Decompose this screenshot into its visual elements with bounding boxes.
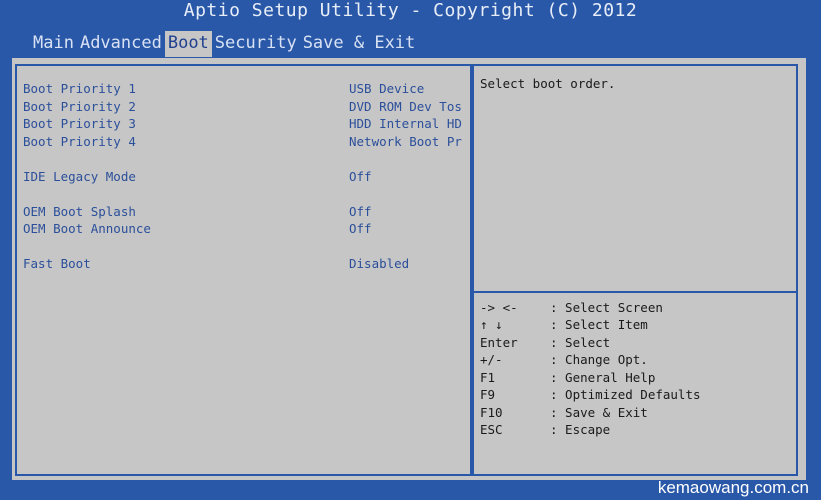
setting-ide-legacy-mode[interactable]: IDE Legacy Mode Off [23,168,463,185]
tab-advanced[interactable]: Advanced [77,31,165,57]
setting-oem-boot-announce[interactable]: OEM Boot Announce Off [23,220,463,237]
key-name: F10 [480,405,503,420]
help-pane: Select boot order. [472,64,798,293]
key-desc: : Optimized Defaults [550,387,701,402]
setting-oem-boot-splash[interactable]: OEM Boot Splash Off [23,203,463,220]
setting-label: Boot Priority 1 [23,81,136,96]
setting-value[interactable]: Disabled [349,255,409,272]
setting-value[interactable]: USB Device [349,80,424,97]
key-name: ESC [480,422,503,437]
key-name: -> <- [480,300,518,315]
setting-value[interactable]: Off [349,203,372,220]
key-desc: : Change Opt. [550,352,648,367]
watermark: kemaowang.com.cn [657,478,809,497]
key-desc: : Escape [550,422,611,437]
tab-main[interactable]: Main [30,31,77,57]
key-desc: : Select [550,335,611,350]
setting-label: OEM Boot Splash [23,204,136,219]
tab-save-exit[interactable]: Save & Exit [300,31,419,57]
setting-value[interactable]: HDD Internal HD [349,115,462,132]
setting-boot-priority-1[interactable]: Boot Priority 1 USB Device [23,80,463,97]
setting-value[interactable]: Network Boot Pr [349,133,462,150]
setting-label: Boot Priority 2 [23,99,136,114]
key-desc: : Select Screen [550,300,663,315]
key-legend-pane: -> <- : Select Screen ↑ ↓ : Select Item … [472,291,798,476]
menu-bar: Main Advanced Boot Security Save & Exit [30,31,418,57]
key-desc: : Select Item [550,317,648,332]
setting-label: IDE Legacy Mode [23,169,136,184]
setting-boot-priority-2[interactable]: Boot Priority 2 DVD ROM Dev Tos [23,98,463,115]
setting-value[interactable]: Off [349,168,372,185]
setting-fast-boot[interactable]: Fast Boot Disabled [23,255,463,272]
key-name: F9 [480,387,496,402]
setting-label: Boot Priority 4 [23,134,136,149]
help-text: Select boot order. [480,76,616,91]
setting-value[interactable]: DVD ROM Dev Tos [349,98,462,115]
setting-boot-priority-4[interactable]: Boot Priority 4 Network Boot Pr [23,133,463,150]
setting-boot-priority-3[interactable]: Boot Priority 3 HDD Internal HD [23,115,463,132]
tab-boot[interactable]: Boot [164,31,212,57]
setting-label: OEM Boot Announce [23,221,151,236]
key-name: +/- [480,352,503,367]
key-desc: : General Help [550,370,656,385]
bios-title: Aptio Setup Utility - Copyright (C) 2012 [183,0,638,21]
setting-label: Boot Priority 3 [23,116,136,131]
key-desc: : Save & Exit [550,405,648,420]
tab-security[interactable]: Security [212,31,300,57]
key-name: ↑ ↓ [480,317,503,332]
settings-pane: Boot Priority 1 USB Device Boot Priority… [15,64,472,476]
setting-value[interactable]: Off [349,220,372,237]
key-name: F1 [480,370,496,385]
key-name: Enter [480,335,518,350]
setup-frame: Boot Priority 1 USB Device Boot Priority… [12,58,806,480]
setting-label: Fast Boot [23,256,91,271]
